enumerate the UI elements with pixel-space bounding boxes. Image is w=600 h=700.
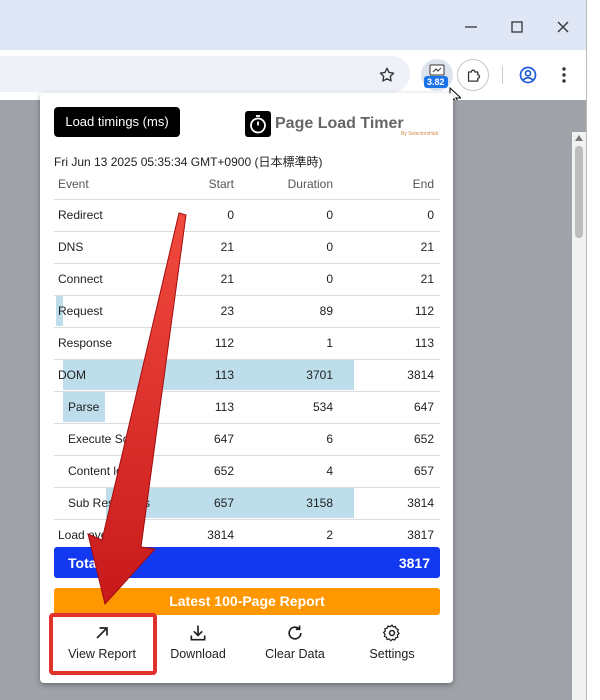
row-start: 113: [214, 400, 234, 414]
row-event: DNS: [58, 240, 84, 254]
row-start: 23: [220, 304, 234, 318]
row-event: Response: [58, 336, 113, 350]
row-end: 21: [420, 272, 434, 286]
load-timings-button[interactable]: Load timings (ms): [54, 107, 180, 137]
column-header-event: Event: [58, 177, 89, 191]
row-event: Execute Scripts: [68, 432, 152, 446]
row-event: Request: [58, 304, 103, 318]
toolbar-separator: [502, 66, 503, 84]
row-end: 112: [414, 304, 434, 318]
row-end: 652: [413, 432, 434, 446]
table-row: Request 23 89 112: [54, 296, 440, 328]
row-end: 3814: [407, 368, 434, 382]
table-row: DNS 21 0 21: [54, 232, 440, 264]
timer-extension-icon: [429, 64, 445, 76]
scroll-up-icon[interactable]: [575, 135, 583, 141]
clear-data-button[interactable]: Clear Data: [247, 623, 343, 669]
row-start: 21: [220, 240, 234, 254]
row-duration: 0: [326, 272, 333, 286]
row-start: 0: [227, 208, 234, 222]
table-row: Parse 113 534 647: [54, 392, 440, 424]
row-start: 3814: [207, 528, 234, 542]
row-event: DOM: [58, 368, 86, 382]
page-load-timer-popup: Load timings (ms) Page Load Timer By Sel…: [40, 93, 453, 683]
row-end: 0: [427, 208, 434, 222]
table-header-row: Event Start Duration End: [54, 173, 440, 200]
row-start: 652: [213, 464, 234, 478]
table-row: DOM 113 3701 3814: [54, 360, 440, 392]
row-end: 647: [413, 400, 434, 414]
row-duration: 6: [326, 432, 333, 446]
address-bar[interactable]: [0, 56, 410, 92]
row-start: 657: [213, 496, 234, 510]
settings-button[interactable]: Settings: [344, 623, 440, 669]
brand-name: Page Load Timer: [275, 115, 404, 132]
row-duration: 2: [326, 528, 333, 542]
row-end: 21: [420, 240, 434, 254]
row-end: 3814: [407, 496, 434, 510]
table-row: Response 112 1 113: [54, 328, 440, 360]
maximize-icon[interactable]: [508, 18, 526, 36]
extension-badge: 3.82: [424, 76, 448, 88]
kebab-menu-icon[interactable]: [556, 65, 572, 85]
total-label: Total: [68, 555, 101, 571]
row-event: Sub Resources: [68, 496, 151, 510]
row-event: Redirect: [58, 208, 103, 222]
column-header-duration: Duration: [287, 177, 333, 191]
table-row: Redirect 0 0 0: [54, 200, 440, 232]
minimize-icon[interactable]: [462, 18, 480, 36]
highlight-box: [49, 613, 157, 675]
gear-icon: [382, 624, 400, 642]
timings-table: Event Start Duration End Redirect 0 0 0 …: [54, 173, 440, 552]
column-header-start: Start: [208, 177, 234, 191]
window-title-bar: [0, 0, 587, 50]
page-scrollbar[interactable]: [572, 132, 586, 700]
table-row: Execute Scripts 647 6 652: [54, 424, 440, 456]
measurement-date: Fri Jun 13 2025 05:35:34 GMT+0900 (日本標準時…: [54, 155, 323, 169]
download-button[interactable]: Download: [150, 623, 246, 669]
row-duration: 0: [326, 240, 333, 254]
total-row: Total 3817: [54, 547, 440, 578]
puzzle-icon: [467, 69, 481, 82]
download-icon: [190, 625, 206, 641]
latest-report-button[interactable]: Latest 100-Page Report: [54, 588, 440, 615]
clear-data-label: Clear Data: [265, 647, 325, 661]
row-event: Load event: [58, 528, 118, 542]
row-duration: 89: [319, 304, 333, 318]
row-duration: 3701: [306, 368, 333, 382]
row-end: 113: [414, 336, 434, 350]
extensions-menu-button[interactable]: [457, 59, 489, 91]
row-event: Content loaded: [68, 464, 150, 478]
bookmark-star-icon[interactable]: [378, 66, 396, 84]
row-start: 21: [220, 272, 234, 286]
table-row: Connect 21 0 21: [54, 264, 440, 296]
table-row: Content loaded 652 4 657: [54, 456, 440, 488]
row-duration: 1: [326, 336, 333, 350]
row-end: 3817: [407, 528, 434, 542]
row-start: 647: [213, 432, 234, 446]
total-value: 3817: [398, 555, 430, 571]
row-start: 112: [214, 336, 234, 350]
brand-subtitle: By SelectorsHub: [401, 131, 439, 137]
row-duration: 4: [326, 464, 333, 478]
table-row: Sub Resources 657 3158 3814: [54, 488, 440, 520]
stopwatch-icon: [245, 111, 271, 137]
row-duration: 534: [312, 400, 333, 414]
row-event: Parse: [68, 400, 100, 414]
download-label: Download: [170, 647, 226, 661]
profile-icon[interactable]: [518, 65, 538, 85]
row-start: 113: [214, 368, 234, 382]
row-event: Connect: [58, 272, 103, 286]
column-header-end: End: [412, 177, 434, 191]
row-duration: 3158: [306, 496, 333, 510]
scrollbar-thumb[interactable]: [575, 146, 583, 238]
close-icon[interactable]: [554, 18, 572, 36]
refresh-icon: [288, 625, 302, 640]
row-duration: 0: [326, 208, 333, 222]
settings-label: Settings: [369, 647, 415, 661]
row-end: 657: [413, 464, 434, 478]
